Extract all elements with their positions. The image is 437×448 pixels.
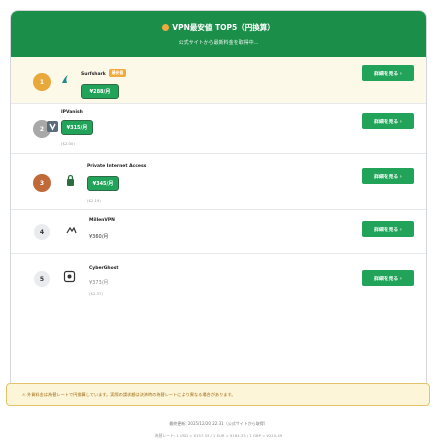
vpn-name: CyberGhost bbox=[89, 266, 119, 271]
price-tag: ¥315/月 bbox=[61, 120, 93, 135]
ipvanish-logo-icon bbox=[47, 121, 58, 132]
vpn-row-2: 2 IPVanish ¥315/月 ($2.00) 詳細を見る › bbox=[11, 104, 426, 154]
ranking-title: VPN最安値 TOP5（円換算） bbox=[11, 22, 426, 33]
ranking-card: VPN最安値 TOP5（円換算） 公式サイトから最新料金を取得中... 1 Su… bbox=[10, 10, 427, 392]
vpn-row-3: 3 Private Internet Access ¥345/月 ($2.19)… bbox=[11, 154, 426, 210]
details-button[interactable]: 詳細を見る › bbox=[362, 221, 414, 237]
pia-logo-icon bbox=[67, 174, 74, 186]
details-button[interactable]: 詳細を見る › bbox=[362, 168, 414, 184]
details-button[interactable]: 詳細を見る › bbox=[362, 270, 414, 286]
price-tag: ¥360/月 bbox=[89, 234, 109, 240]
vpn-name-text: Surfshark bbox=[81, 72, 106, 77]
usd-price: ($2.37) bbox=[89, 291, 103, 296]
vpn-row-5: 5 CyberGhost ¥373/月 ($2.37) 詳細を見る › bbox=[11, 254, 426, 302]
rank-badge: 1 bbox=[33, 73, 51, 91]
exchange-rate-notice: ⚠ 外貨料金は為替レートで円換算しています。実際の請求額は決済時の為替レートによ… bbox=[6, 383, 430, 406]
details-button[interactable]: 詳細を見る › bbox=[362, 65, 414, 81]
exchange-rates-text: 為替レート: 1 USD = ¥157.33 / 1 EUR = ¥184.33… bbox=[154, 433, 283, 438]
price-tag: ¥288/月 bbox=[81, 84, 119, 99]
usd-price: ($2.00) bbox=[61, 141, 75, 146]
surfshark-logo-icon bbox=[62, 75, 68, 83]
vpn-name: MillenVPN bbox=[89, 218, 115, 223]
money-bag-icon bbox=[162, 24, 170, 31]
rank-badge: 4 bbox=[34, 224, 50, 240]
ranking-title-text: VPN最安値 TOP5（円換算） bbox=[172, 23, 275, 32]
vpn-row-1: 1 Surfshark 最安値 ¥288/月 詳細を見る › bbox=[11, 57, 426, 104]
cyberghost-logo-icon bbox=[63, 270, 76, 283]
price-tag: ¥345/月 bbox=[87, 176, 119, 191]
millenvpn-logo-icon bbox=[66, 226, 77, 234]
ranking-subtitle: 公式サイトから最新料金を取得中... bbox=[178, 40, 259, 46]
rank-badge: 3 bbox=[33, 174, 51, 192]
usd-price: ($2.19) bbox=[87, 198, 101, 203]
vpn-row-4: 4 MillenVPN ¥360/月 詳細を見る › bbox=[11, 210, 426, 254]
vpn-name: Surfshark 最安値 bbox=[81, 69, 127, 77]
vpn-name: Private Internet Access bbox=[87, 164, 147, 169]
price-tag: ¥373/月 bbox=[89, 280, 109, 286]
best-price-badge: 最安値 bbox=[108, 69, 127, 77]
rank-badge: 5 bbox=[34, 271, 50, 287]
ranking-header: VPN最安値 TOP5（円換算） 公式サイトから最新料金を取得中... bbox=[11, 11, 426, 57]
details-button[interactable]: 詳細を見る › bbox=[362, 113, 414, 129]
last-updated-text: 最終更新: 2025/12/20 22:31（公式サイトから取得） bbox=[169, 421, 268, 426]
vpn-name: IPVanish bbox=[61, 110, 83, 115]
